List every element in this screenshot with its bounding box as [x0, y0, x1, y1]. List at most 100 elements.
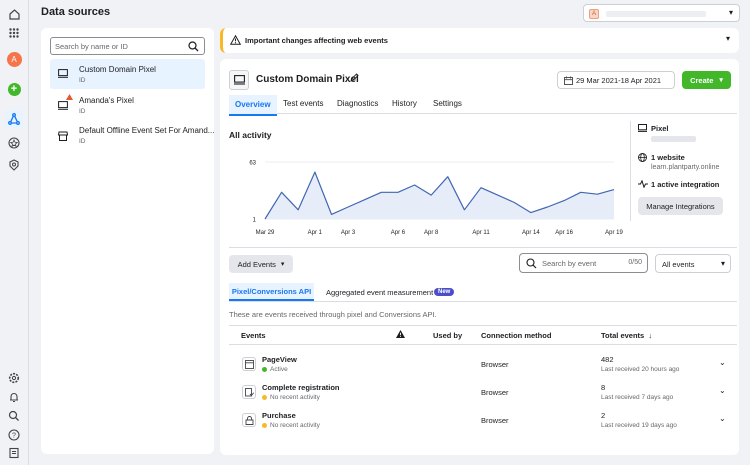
subtabs-divider — [229, 301, 737, 302]
pixel-icon — [229, 70, 249, 90]
chevron-down-icon: ▾ — [719, 77, 723, 84]
pixel-title: Custom Domain Pixel — [256, 74, 359, 85]
offline-store-icon — [57, 131, 69, 143]
y-tick-label: 1 — [253, 218, 257, 224]
page-title: Data sources — [41, 6, 111, 18]
menu-grid-icon[interactable] — [6, 25, 22, 41]
reports-icon[interactable] — [6, 445, 22, 461]
source-item-amandas-pixel[interactable]: Amanda's Pixel ID — [50, 91, 205, 121]
event-filter-select[interactable]: All events ▾ — [655, 254, 731, 273]
tab-history[interactable]: History — [392, 99, 417, 108]
warning-icon — [66, 93, 73, 102]
source-id: ID — [79, 108, 86, 115]
data-sources-panel: Search by name or ID Custom Domain Pixel… — [41, 28, 214, 454]
event-search-placeholder: Search by event — [542, 259, 597, 268]
warning-icon — [396, 330, 405, 340]
settings-gear-icon[interactable] — [6, 370, 22, 386]
all-activity-chart: 1 63 Mar 29 Apr 1 Apr 3 Apr 6 Apr 8 Apr 11 Apr 1… — [249, 161, 623, 237]
integration-pulse-icon — [638, 179, 648, 190]
banner-text: Important changes affecting web events — [245, 36, 388, 45]
event-status: No recent activity — [262, 394, 320, 401]
event-name: PageView — [262, 355, 297, 364]
date-range-picker[interactable]: 29 Mar 2021-18 Apr 2021 — [557, 71, 675, 89]
integration-count: 1 active integration — [651, 180, 720, 189]
connection-method: Browser — [481, 388, 509, 397]
add-events-button[interactable]: Add Events ▾ — [229, 255, 293, 273]
y-tick-label: 63 — [249, 161, 256, 167]
sort-arrow-icon: ↓ — [648, 331, 653, 340]
source-search-input[interactable]: Search by name or ID — [50, 37, 205, 55]
source-name: Custom Domain Pixel — [79, 65, 156, 74]
pixel-id-redacted — [651, 136, 696, 142]
last-received: Last received 20 hours ago — [601, 366, 680, 373]
add-events-label: Add Events — [237, 259, 276, 269]
events-manager-icon[interactable] — [5, 110, 23, 128]
tab-diagnostics[interactable]: Diagnostics — [337, 99, 378, 108]
source-id: ID — [79, 77, 86, 84]
col-total-events[interactable]: Total events ↓ — [601, 331, 652, 340]
search-icon — [188, 41, 199, 54]
tab-pixel-conversions-api[interactable]: Pixel/Conversions API — [229, 283, 314, 301]
last-received: Last received 7 days ago — [601, 394, 674, 401]
source-item-offline-event-set[interactable]: Default Offline Event Set For Amand... I… — [50, 121, 214, 151]
events-description: These are events received through pixel … — [229, 310, 437, 319]
chevron-down-icon[interactable]: ⌄ — [719, 414, 726, 423]
help-icon[interactable]: ? — [6, 427, 22, 443]
search-icon — [526, 258, 537, 271]
chevron-down-icon[interactable]: ⌄ — [719, 358, 726, 367]
col-events: Events — [241, 331, 266, 340]
tab-settings[interactable]: Settings — [433, 99, 462, 108]
tab-aggregated-event-measurement[interactable]: Aggregated event measurement — [326, 288, 433, 297]
important-changes-banner[interactable]: Important changes affecting web events ▾ — [220, 28, 739, 53]
tab-test-events[interactable]: Test events — [283, 99, 323, 108]
event-name: Purchase — [262, 411, 296, 420]
connection-method: Browser — [481, 416, 509, 425]
add-icon[interactable]: + — [6, 81, 22, 97]
badge-icon[interactable] — [6, 135, 22, 151]
source-name: Default Offline Event Set For Amand... — [79, 126, 215, 135]
total-events: 8 — [601, 383, 606, 392]
notifications-bell-icon[interactable] — [6, 389, 22, 405]
status-dot — [262, 394, 267, 400]
partners-icon[interactable] — [6, 157, 22, 173]
home-icon[interactable] — [6, 6, 22, 22]
website-url[interactable]: learn.plantparty.online — [651, 164, 719, 171]
chevron-down-icon[interactable]: ▾ — [726, 34, 730, 43]
table-row[interactable]: Purchase No recent activity Browser 2 La… — [229, 406, 737, 434]
x-tick-label: Mar 29 — [256, 230, 275, 236]
col-used-by: Used by — [433, 331, 463, 340]
table-row[interactable]: Complete registration No recent activity… — [229, 378, 737, 406]
event-status: No recent activity — [262, 422, 320, 429]
x-tick-label: Apr 19 — [605, 230, 623, 236]
chevron-down-icon: ▾ — [720, 259, 725, 268]
col-total-events-label: Total events — [601, 331, 645, 340]
info-divider — [630, 121, 631, 221]
avatar[interactable]: A — [6, 51, 22, 67]
source-item-custom-domain-pixel[interactable]: Custom Domain Pixel ID — [50, 59, 205, 89]
x-tick-label: Apr 3 — [341, 230, 356, 236]
create-button[interactable]: Create ▾ — [682, 71, 731, 89]
new-badge: New — [434, 288, 455, 296]
last-received: Last received 19 days ago — [601, 422, 677, 429]
x-tick-label: Apr 16 — [555, 230, 573, 236]
chevron-down-icon[interactable]: ⌄ — [719, 386, 726, 395]
pixel-icon — [58, 101, 68, 112]
event-search-input[interactable]: Search by event 0/50 — [519, 253, 648, 273]
tab-overview[interactable]: Overview — [229, 95, 277, 116]
avatar-initial: A — [6, 51, 22, 67]
edit-pencil-icon[interactable] — [350, 73, 359, 84]
search-icon[interactable] — [6, 408, 22, 424]
x-tick-label: Apr 14 — [522, 230, 540, 236]
event-status-text: No recent activity — [270, 394, 320, 401]
left-rail: A + ? — [0, 0, 29, 465]
account-selector[interactable]: A ▾ — [583, 4, 740, 22]
col-connection-method: Connection method — [481, 331, 552, 340]
manage-integrations-button[interactable]: Manage Integrations — [638, 197, 723, 215]
event-status-text: No recent activity — [270, 422, 320, 429]
warning-triangle-icon — [229, 34, 242, 47]
table-row[interactable]: PageView Active Browser 482 Last receive… — [229, 350, 737, 378]
pixel-icon — [638, 124, 647, 134]
svg-text:?: ? — [12, 433, 16, 440]
pixel-label: Pixel — [651, 124, 669, 133]
total-events: 482 — [601, 355, 614, 364]
